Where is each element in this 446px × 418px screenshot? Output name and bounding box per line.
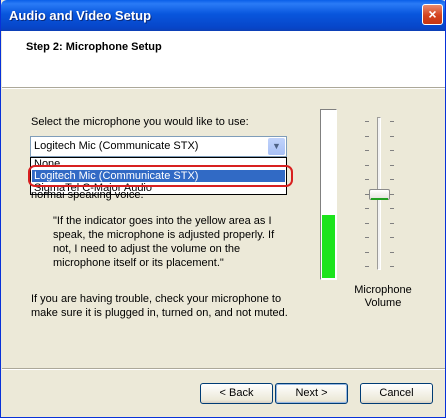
volume-tick	[390, 179, 394, 180]
volume-tick	[365, 266, 369, 267]
volume-tick	[390, 150, 394, 151]
volume-tick	[390, 121, 394, 122]
combobox-value: Logitech Mic (Communicate STX)	[34, 140, 199, 152]
microphone-level-meter	[320, 109, 337, 280]
volume-tick	[365, 136, 369, 137]
volume-tick	[390, 208, 394, 209]
volume-slider-thumb[interactable]	[369, 189, 390, 200]
volume-tick	[365, 179, 369, 180]
volume-tick	[390, 136, 394, 137]
selection-highlight-annotation	[28, 165, 293, 187]
volume-tick	[365, 165, 369, 166]
instruction-text-partial: normal speaking voice.	[31, 192, 144, 201]
header-divider	[2, 87, 445, 89]
title-bar[interactable]: Audio and Video Setup ×	[1, 0, 445, 31]
chevron-down-icon[interactable]: ▼	[268, 138, 285, 155]
volume-tick	[365, 237, 369, 238]
footer-divider	[2, 368, 445, 370]
volume-tick	[390, 165, 394, 166]
level-meter-fill	[322, 215, 335, 278]
troubleshooting-text: If you are having trouble, check your mi…	[31, 293, 288, 319]
microphone-volume-label: Microphone Volume	[354, 284, 412, 309]
volume-tick	[390, 237, 394, 238]
volume-tick	[365, 121, 369, 122]
volume-tick	[390, 223, 394, 224]
volume-tick	[365, 223, 369, 224]
volume-tick	[365, 252, 369, 253]
close-button[interactable]: ×	[422, 4, 443, 25]
wizard-header: Step 2: Microphone Setup	[2, 31, 445, 87]
back-button[interactable]: < Back	[200, 383, 273, 404]
adjustment-quote: "If the indicator goes into the yellow a…	[53, 215, 275, 269]
setup-dialog: Audio and Video Setup × Step 2: Micropho…	[0, 0, 446, 418]
volume-tick	[365, 208, 369, 209]
volume-tick	[390, 266, 394, 267]
next-button[interactable]: Next >	[275, 383, 348, 404]
step-title: Step 2: Microphone Setup	[26, 41, 162, 53]
microphone-select-label: Select the microphone you would like to …	[31, 116, 249, 128]
volume-tick	[390, 252, 394, 253]
volume-tick	[365, 150, 369, 151]
volume-tick	[390, 194, 394, 195]
microphone-combobox[interactable]: Logitech Mic (Communicate STX) ▼	[30, 136, 287, 157]
cancel-button[interactable]: Cancel	[360, 383, 433, 404]
window-title: Audio and Video Setup	[9, 8, 152, 23]
